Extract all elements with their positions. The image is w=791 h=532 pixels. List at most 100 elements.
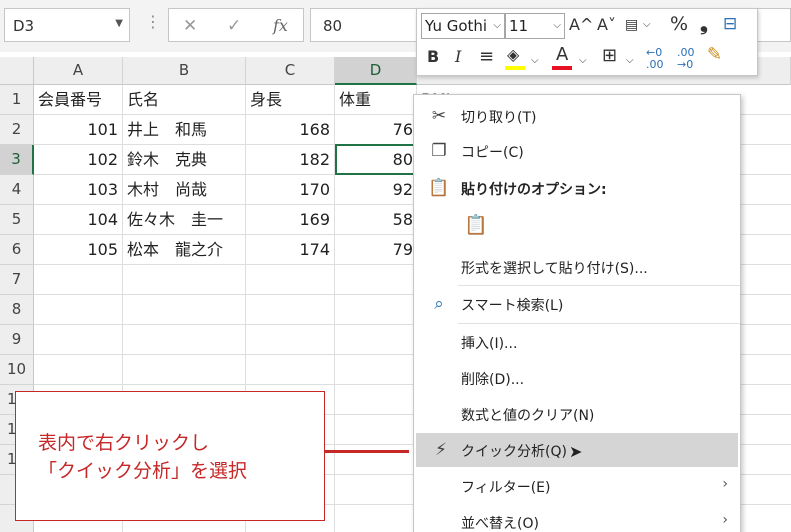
cell-b1[interactable]: 氏名 [123, 85, 245, 115]
menu-item-label: スマート検索(L) [461, 298, 564, 314]
percent-style-icon[interactable]: % [670, 14, 688, 34]
row-header-10[interactable]: 10 [0, 355, 34, 385]
paste-options-header: 📋 貼り付けのオプション: [414, 171, 740, 205]
select-all-corner[interactable] [0, 57, 34, 85]
cell-a1[interactable]: 会員番号 [34, 85, 122, 115]
menu-item-quick-analysis[interactable]: ⚡ クイック分析(Q) ➤ [416, 433, 738, 467]
row-header-3[interactable]: 3 [0, 145, 34, 175]
font-size-select[interactable]: 11 ⌵ [505, 13, 565, 39]
chevron-down-icon[interactable]: ▼ [115, 18, 123, 29]
menu-section-label: 貼り付けのオプション: [461, 182, 607, 198]
format-painter-icon[interactable]: ✎ [707, 45, 722, 65]
enter-icon[interactable]: ✓ [227, 16, 241, 36]
table-cell-name[interactable]: 井上 和馬 [123, 115, 245, 145]
menu-item-label: コピー(C) [461, 145, 524, 161]
annotation-line-1: 表内で右クリックし [38, 432, 210, 454]
table-cell-weight[interactable]: 79 [335, 235, 417, 265]
table-cell-name[interactable]: 松本 龍之介 [123, 235, 245, 265]
cell-c1[interactable]: 身長 [246, 85, 334, 115]
font-color-icon[interactable]: A [556, 45, 568, 65]
menu-item-cut[interactable]: ✂ 切り取り(T) [414, 99, 740, 133]
table-cell-height[interactable]: 168 [246, 115, 334, 145]
chevron-down-icon[interactable]: ⌵ [643, 15, 651, 35]
increase-font-size-icon[interactable]: A^ [569, 15, 593, 35]
table-cell-height[interactable]: 174 [246, 235, 334, 265]
align-center-icon[interactable]: ≡ [479, 47, 494, 67]
menu-item-smart-lookup[interactable]: ⌕ スマート検索(L) [414, 287, 740, 321]
decrease-decimal-icon[interactable]: .00 →0 [677, 47, 705, 71]
chevron-down-icon[interactable]: ⌵ [579, 51, 587, 71]
table-cell-name[interactable]: 鈴木 克典 [123, 145, 245, 175]
bold-icon[interactable]: B [427, 47, 439, 67]
font-name-value: Yu Gothi [425, 17, 488, 35]
table-cell-height[interactable]: 182 [246, 145, 334, 175]
number-format-icon[interactable]: ▤ [625, 15, 638, 35]
chevron-down-icon[interactable]: ⌵ [531, 51, 539, 71]
decrease-font-size-icon[interactable]: A˅ [597, 15, 616, 35]
row-header-2[interactable]: 2 [0, 115, 34, 145]
menu-item-copy[interactable]: ❐ コピー(C) [414, 134, 740, 168]
menu-item-label: フィルター(E) [461, 480, 551, 496]
paste-button[interactable]: 📋 [464, 208, 504, 242]
chevron-down-icon[interactable]: ⌵ [553, 14, 561, 38]
table-cell-weight[interactable]: 76 [335, 115, 417, 145]
menu-item-delete[interactable]: 削除(D)... [414, 361, 740, 395]
column-header-d[interactable]: D [335, 57, 417, 85]
table-cell-weight[interactable]: 58 [335, 205, 417, 235]
paste-icon: 📋 [464, 214, 488, 236]
clipboard-icon: 📋 [428, 178, 450, 198]
fill-color-swatch [505, 66, 525, 70]
cancel-icon[interactable]: ✕ [183, 16, 197, 36]
row-header-8[interactable]: 8 [0, 295, 34, 325]
column-header-a[interactable]: A [34, 57, 123, 85]
table-cell-name[interactable]: 木村 尚哉 [123, 175, 245, 205]
table-cell-height[interactable]: 169 [246, 205, 334, 235]
row-header-9[interactable]: 9 [0, 325, 34, 355]
font-name-select[interactable]: Yu Gothi ⌵ [421, 13, 505, 39]
table-cell-id[interactable]: 103 [34, 175, 122, 205]
menu-item-label: 形式を選択して貼り付け(S)... [461, 261, 648, 277]
row-header-4[interactable]: 4 [0, 175, 34, 205]
mouse-cursor-icon: ➤ [569, 442, 583, 461]
name-box[interactable]: D3 ▼ [4, 8, 130, 42]
active-cell-highlight [335, 144, 417, 175]
table-cell-id[interactable]: 102 [34, 145, 122, 175]
menu-item-sort[interactable]: 並べ替え(O) › [414, 505, 740, 532]
insert-function-icon[interactable]: fx [273, 16, 288, 35]
chevron-down-icon[interactable]: ⌵ [493, 14, 501, 38]
fill-color-icon[interactable]: ◈ [507, 45, 519, 65]
table-cell-weight[interactable]: 92 [335, 175, 417, 205]
table-cell-id[interactable]: 105 [34, 235, 122, 265]
drag-handle-icon[interactable]: ⋮ [145, 12, 161, 31]
chevron-right-icon: › [722, 476, 728, 492]
menu-item-insert[interactable]: 挿入(I)... [414, 325, 740, 359]
menu-item-paste-special[interactable]: 形式を選択して貼り付け(S)... [414, 250, 740, 284]
row-header-1[interactable]: 1 [0, 85, 34, 115]
wrap-text-icon[interactable]: ⊟ [723, 14, 737, 34]
column-header-c[interactable]: C [246, 57, 335, 85]
borders-icon[interactable]: ⊞ [602, 46, 617, 66]
cell-d1[interactable]: 体重 [335, 85, 415, 115]
menu-item-label: 挿入(I)... [461, 336, 518, 352]
column-header-b[interactable]: B [123, 57, 246, 85]
menu-item-filter[interactable]: フィルター(E) › [414, 469, 740, 503]
menu-item-label: 数式と値のクリア(N) [461, 408, 595, 424]
chevron-right-icon: › [722, 512, 728, 528]
row-header-6[interactable]: 6 [0, 235, 34, 265]
menu-separator [458, 323, 740, 324]
comma-style-icon[interactable]: ❟ [700, 13, 708, 33]
formula-buttons: ✕ ✓ fx [168, 8, 304, 42]
row-header-5[interactable]: 5 [0, 205, 34, 235]
table-cell-id[interactable]: 101 [34, 115, 122, 145]
font-color-swatch [552, 66, 572, 70]
row-header-7[interactable]: 7 [0, 265, 34, 295]
increase-decimal-icon[interactable]: ←0 .00 [646, 47, 674, 71]
italic-icon[interactable]: I [455, 47, 461, 67]
chevron-down-icon[interactable]: ⌵ [626, 51, 634, 71]
table-cell-name[interactable]: 佐々木 圭一 [123, 205, 245, 235]
table-cell-id[interactable]: 104 [34, 205, 122, 235]
scissors-icon: ✂ [431, 106, 447, 126]
menu-item-clear-contents[interactable]: 数式と値のクリア(N) [414, 397, 740, 431]
menu-item-label: 並べ替え(O) [461, 516, 539, 532]
table-cell-height[interactable]: 170 [246, 175, 334, 205]
